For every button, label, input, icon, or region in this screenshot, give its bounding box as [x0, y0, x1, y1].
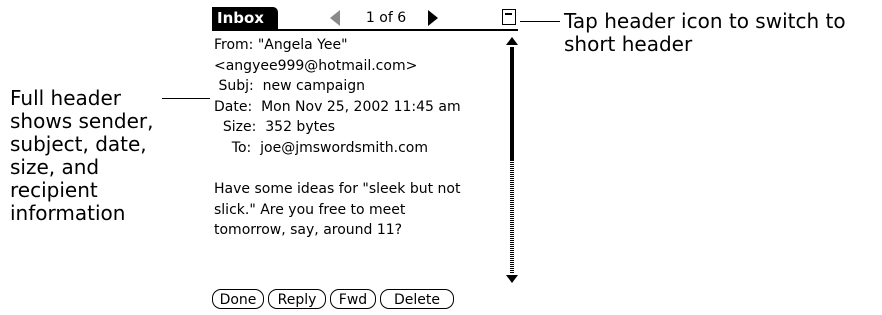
callout-line: size, and — [10, 155, 100, 179]
callout-line: short header — [564, 32, 693, 56]
title-underline — [212, 29, 518, 31]
callout-line: Tap header icon to switch to — [564, 9, 846, 33]
message-count: 1 of 6 — [365, 10, 407, 26]
callout-line: shows sender, — [10, 109, 154, 133]
subject-field: Subj: new campaign — [214, 78, 366, 94]
scrollbar[interactable] — [506, 37, 518, 283]
delete-button[interactable]: Delete — [380, 289, 454, 309]
forward-button[interactable]: Fwd — [330, 289, 376, 309]
callout-leader-line — [162, 98, 210, 99]
to-field: To: joe@jmswordsmith.com — [214, 139, 428, 156]
full-header-callout: Full header shows sender, subject, date,… — [10, 87, 170, 225]
callout-line: subject, date, — [10, 132, 147, 156]
scroll-track[interactable] — [510, 47, 514, 273]
title-bar: Inbox 1 of 6 — [210, 5, 522, 33]
date-field: Date: Mon Nov 25, 2002 11:45 am — [214, 98, 461, 115]
callout-line: information — [10, 201, 126, 225]
from-address: <angyee999@hotmail.com> — [214, 57, 418, 74]
right-arrow-icon[interactable] — [428, 10, 438, 26]
body-line: Have some ideas for "sleek but not — [214, 181, 461, 197]
body-line: slick." Are you free to meet — [214, 201, 406, 218]
from-field: From: "Angela Yee" — [214, 37, 348, 53]
callout-leader-line — [520, 21, 560, 22]
email-screen: Inbox 1 of 6 From: "Angela Yee" <angyee9… — [210, 5, 522, 315]
header-icon[interactable] — [502, 9, 516, 25]
scroll-up-arrow-icon[interactable] — [506, 37, 518, 45]
scroll-down-arrow-icon[interactable] — [506, 275, 518, 283]
callout-line: Full header — [10, 86, 122, 110]
body-line: tomorrow, say, around 11? — [214, 222, 403, 238]
scroll-thumb[interactable] — [510, 47, 514, 161]
callout-line: recipient — [10, 178, 98, 202]
header-icon-callout: Tap header icon to switch to short heade… — [564, 10, 882, 56]
done-button[interactable]: Done — [212, 289, 264, 309]
size-field: Size: 352 bytes — [214, 119, 335, 135]
inbox-title-tab[interactable]: Inbox — [212, 7, 278, 29]
message-view: From: "Angela Yee" <angyee999@hotmail.co… — [214, 35, 499, 241]
left-arrow-icon[interactable] — [330, 10, 340, 26]
reply-button[interactable]: Reply — [268, 289, 326, 309]
